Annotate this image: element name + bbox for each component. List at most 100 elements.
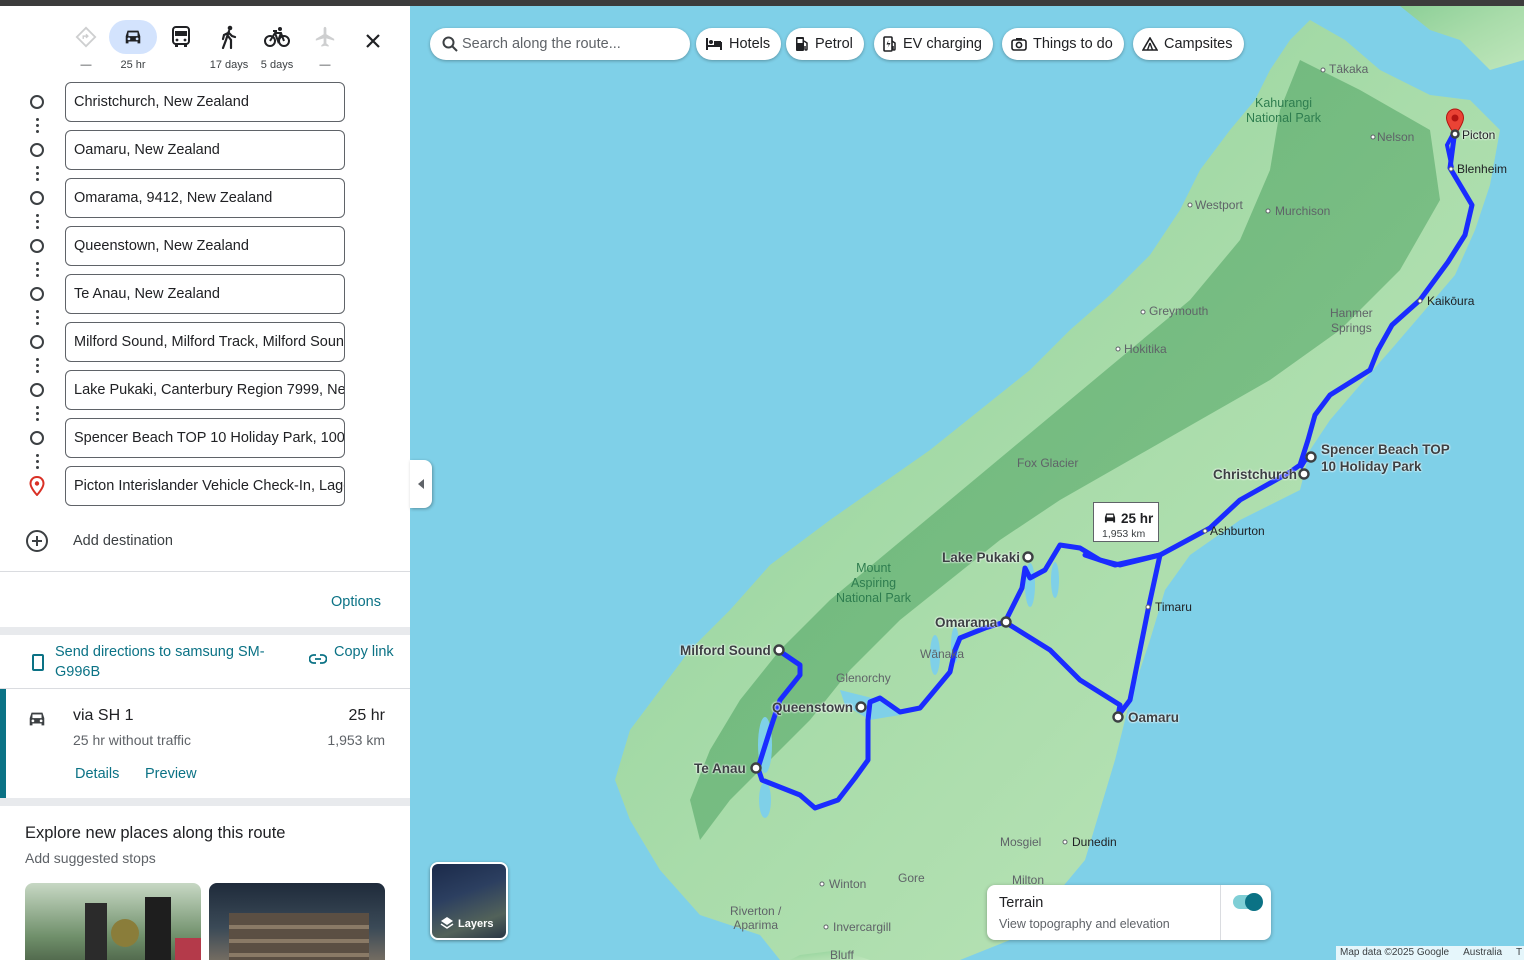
send-directions-link[interactable]: Send directions to samsung SM-G996B xyxy=(55,642,285,682)
mode-best[interactable]: — xyxy=(62,20,110,78)
place-label: Fox Glacier xyxy=(1017,456,1079,470)
close-icon xyxy=(366,34,380,48)
stop-input[interactable]: Oamaru, New Zealand xyxy=(65,130,345,170)
stop-label-picton[interactable]: Picton xyxy=(1462,127,1495,144)
terrain-card: Terrain View topography and elevation xyxy=(987,885,1271,940)
stop-input[interactable]: Spencer Beach TOP 10 Holiday Park, 100 xyxy=(65,418,345,458)
send-to-phone-row: Send directions to samsung SM-G996B Copy… xyxy=(0,642,410,688)
chip-ev-charging[interactable]: EV charging xyxy=(874,28,993,60)
add-destination-button[interactable]: Add destination xyxy=(0,522,410,560)
walking-icon xyxy=(221,25,237,49)
place-label: Blenheim xyxy=(1457,162,1508,176)
bus-icon xyxy=(172,26,190,47)
mode-cycling-label: 5 days xyxy=(260,59,294,71)
stop-marker-icon xyxy=(30,383,44,397)
stop-input[interactable]: Lake Pukaki, Canterbury Region 7999, New… xyxy=(65,370,345,410)
attribution-map-data: Map data ©2025 Google xyxy=(1340,947,1450,958)
stop-label-oamaru[interactable]: Oamaru xyxy=(1128,709,1179,726)
search-along-route-input[interactable]: Search along the route... xyxy=(430,28,690,60)
mode-walking[interactable]: 17 days xyxy=(205,20,253,78)
terrain-toggle[interactable] xyxy=(1233,893,1263,911)
chevron-left-icon xyxy=(418,479,424,489)
stop-input[interactable]: Omarama, 9412, New Zealand xyxy=(65,178,345,218)
search-placeholder: Search along the route... xyxy=(462,36,621,52)
place-label: Murchison xyxy=(1275,204,1331,218)
mode-transit[interactable] xyxy=(157,20,205,78)
place-label: Bluff xyxy=(830,948,854,960)
place-label: Timaru xyxy=(1155,600,1192,614)
chip-campsites[interactable]: Campsites xyxy=(1133,28,1244,60)
stop-row: Spencer Beach TOP 10 Holiday Park, 100 xyxy=(0,418,410,458)
mode-cycling[interactable]: 5 days xyxy=(253,20,301,78)
chip-hotels[interactable]: Hotels xyxy=(696,28,782,60)
preview-button[interactable]: Preview xyxy=(145,766,197,782)
toggle-knob xyxy=(1245,893,1263,911)
section-divider xyxy=(0,627,410,635)
place-label: Winton xyxy=(829,877,867,891)
mode-driving[interactable]: 25 hr xyxy=(109,20,157,78)
stop-label-christchurch[interactable]: Christchurch xyxy=(1213,466,1297,483)
place-label: Westport xyxy=(1195,198,1243,212)
place-label: Hokitika xyxy=(1124,342,1167,356)
place-label: Gore xyxy=(898,871,925,885)
mode-walking-label: 17 days xyxy=(209,59,249,71)
tent-icon xyxy=(1142,37,1158,51)
place-label: Greymouth xyxy=(1149,304,1209,318)
stop-label-omarama[interactable]: Omarama xyxy=(935,614,997,631)
travel-modes: — 25 hr 17 days 5 days — xyxy=(62,20,392,78)
collapse-panel-button[interactable] xyxy=(410,460,432,508)
map-canvas[interactable] xyxy=(410,6,1524,960)
stop-input[interactable]: Christchurch, New Zealand xyxy=(65,82,345,122)
map-attribution: Map data ©2025 Google Australia T xyxy=(1336,946,1524,960)
stop-label-spencer[interactable]: Spencer Beach TOP 10 Holiday Park xyxy=(1321,441,1450,475)
stop-row: Omarama, 9412, New Zealand xyxy=(0,178,410,218)
place-label: Ashburton xyxy=(1210,524,1265,538)
stop-input[interactable]: Queenstown, New Zealand xyxy=(65,226,345,266)
destination-input[interactable]: Picton Interislander Vehicle Check-In, L… xyxy=(65,466,345,506)
place-label: Riverton / Aparima xyxy=(730,904,782,932)
stop-row: Lake Pukaki, Canterbury Region 7999, New… xyxy=(0,370,410,410)
chip-things-to-do-label: Things to do xyxy=(1033,36,1113,52)
place-label: Invercargill xyxy=(833,920,892,934)
options-button[interactable]: Options xyxy=(331,594,381,610)
place-label: Kaikōura xyxy=(1427,294,1475,308)
suggested-stop-photo xyxy=(229,913,369,960)
mode-best-label: — xyxy=(80,59,92,71)
route-duration: 25 hr xyxy=(348,707,385,724)
stop-marker-icon xyxy=(30,95,44,109)
stop-marker-icon xyxy=(30,191,44,205)
details-button[interactable]: Details xyxy=(75,766,119,782)
stop-input[interactable]: Te Anau, New Zealand xyxy=(65,274,345,314)
layers-label: Layers xyxy=(458,918,494,930)
stop-label-lake-pukaki[interactable]: Lake Pukaki xyxy=(942,549,1020,566)
stop-label-te-anau[interactable]: Te Anau xyxy=(694,760,746,777)
mode-flights[interactable]: — xyxy=(301,20,349,78)
stop-label-milford[interactable]: Milford Sound xyxy=(680,642,771,659)
layers-button[interactable]: Layers xyxy=(430,862,508,940)
suggested-stop-card[interactable] xyxy=(209,883,385,960)
route-distance: 1,953 km xyxy=(327,732,385,748)
terrain-title: Terrain xyxy=(999,895,1044,911)
copy-link-button[interactable]: Copy link xyxy=(334,642,394,662)
stop-row: Christchurch, New Zealand xyxy=(0,82,410,122)
chip-things-to-do[interactable]: Things to do xyxy=(1002,28,1124,60)
place-label: Nelson xyxy=(1377,130,1415,144)
close-directions-button[interactable] xyxy=(360,28,386,54)
car-icon xyxy=(1104,513,1116,523)
stop-marker-icon xyxy=(30,287,44,301)
chip-petrol[interactable]: Petrol xyxy=(786,28,864,60)
stop-label-queenstown[interactable]: Queenstown xyxy=(772,699,853,716)
attribution-region[interactable]: Australia xyxy=(1463,947,1502,958)
stop-input[interactable]: Milford Sound, Milford Track, Milford So… xyxy=(65,322,345,362)
route-callout-duration: 25 hr xyxy=(1121,511,1154,526)
section-divider xyxy=(0,798,410,806)
route-callout[interactable]: 25 hr 1,953 km xyxy=(1093,502,1159,542)
explore-title: Explore new places along this route xyxy=(25,824,286,842)
route-option[interactable]: via SH 1 25 hr without traffic 25 hr 1,9… xyxy=(0,688,410,799)
suggested-stop-card[interactable] xyxy=(25,883,201,960)
stop-row: Te Anau, New Zealand xyxy=(0,274,410,314)
place-label: Tākaka xyxy=(1329,62,1369,76)
add-icon xyxy=(26,530,48,552)
ev-charger-icon xyxy=(883,36,896,52)
attribution-terms[interactable]: T xyxy=(1516,947,1522,958)
